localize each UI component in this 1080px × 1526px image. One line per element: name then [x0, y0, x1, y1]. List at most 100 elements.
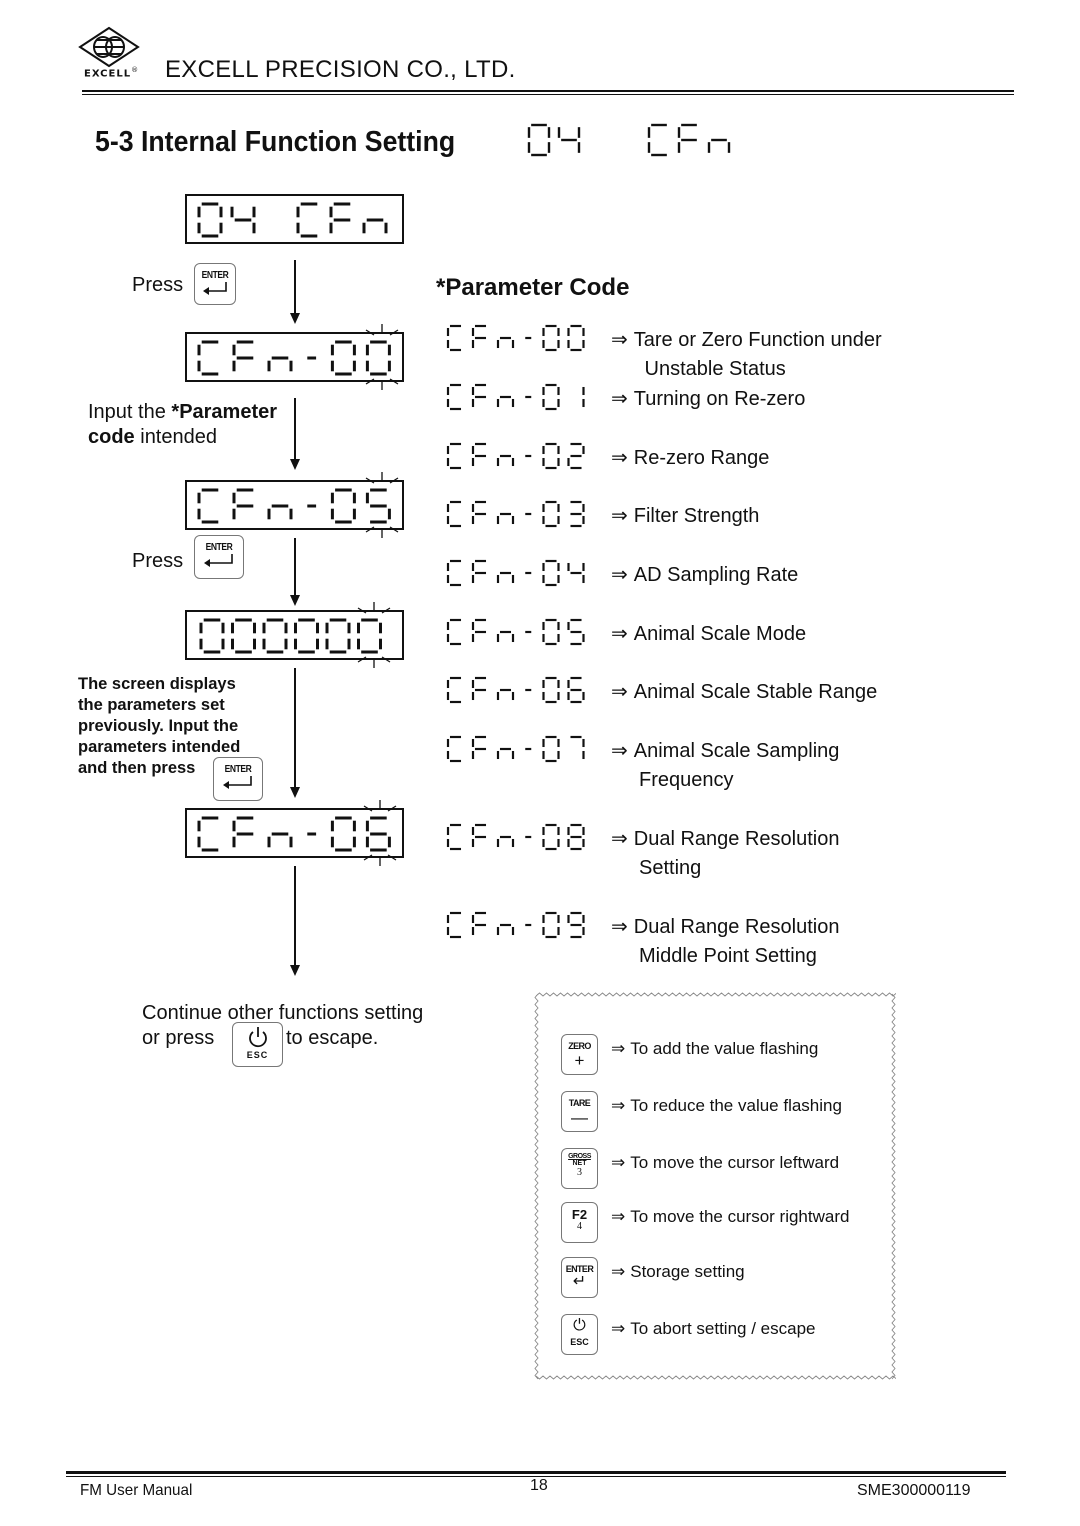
segment-digit [496, 630, 515, 643]
implies-arrow-icon: ⇒ [611, 1262, 626, 1281]
segment-digit [294, 618, 319, 654]
parameter-description: ⇒ Turning on Re-zero [611, 388, 806, 410]
segment-digit [542, 324, 560, 352]
esc-key[interactable]: ⏻ ESC [561, 1314, 598, 1355]
segment-digit [471, 735, 487, 760]
key-bottom-label: + [574, 1051, 585, 1070]
header-rule-thin [82, 94, 1014, 95]
segment-digit [471, 324, 487, 349]
segment-digit [496, 923, 515, 936]
key-bottom-label: — [571, 1108, 588, 1127]
parameter-description: ⇒ Dual Range Resolution Middle Point Setti… [611, 916, 840, 967]
continue-line-1: Continue other functions setting [142, 1002, 424, 1024]
parameter-code-display [446, 500, 585, 528]
key-bottom-label: 3 [577, 1167, 582, 1178]
segment-digit [496, 336, 515, 349]
segment-digit [471, 383, 487, 408]
logo-diamond-icon [78, 26, 140, 68]
input-parameter-label: Input the *Parameter code intended [88, 401, 278, 448]
seven-segment-display [197, 202, 388, 238]
segment-digit [362, 218, 388, 234]
implies-arrow-icon: ⇒ [611, 1153, 626, 1172]
page-number: 18 [530, 1477, 548, 1494]
esc-key[interactable]: ESC [232, 1022, 283, 1067]
key-legend-description: ⇒ To move the cursor rightward [611, 1207, 850, 1226]
key-legend-description: ⇒ To reduce the value flashing [611, 1096, 842, 1115]
segment-digit [197, 340, 219, 376]
blink-indicator-icon [357, 602, 391, 668]
flow-arrow-1 [294, 260, 296, 314]
section-title: 5-3 Internal Function Setting [95, 126, 456, 158]
enter-key-3[interactable]: ENTER [213, 757, 263, 801]
esc-key-label: ESC [246, 1050, 269, 1060]
implies-arrow-icon: ⇒ [611, 740, 628, 762]
press-label-2: Press [132, 550, 184, 572]
power-icon [248, 1027, 267, 1048]
parameter-code-display [446, 735, 585, 763]
segment-digit [325, 618, 351, 654]
segment-digit [542, 676, 560, 704]
segment-digit [446, 383, 462, 411]
parameter-code-display [446, 383, 585, 411]
key-bottom-label: ESC [570, 1337, 589, 1347]
segment-digit [446, 500, 462, 528]
segment-digit [557, 127, 581, 153]
parameter-description: ⇒ Animal Scale Stable Range [611, 681, 878, 703]
parameter-code-display [446, 442, 585, 470]
blink-indicator-icon [363, 800, 397, 866]
gross-net-3-key[interactable]: GROSS NET 3 [561, 1148, 598, 1189]
implies-arrow-icon: ⇒ [611, 1039, 626, 1058]
parameter-code-display [446, 559, 585, 587]
segment-digit [446, 676, 462, 704]
segment-digit [232, 816, 254, 848]
parameter-description: ⇒ Animal Scale Sampling Frequency [611, 740, 840, 791]
segment-digit [231, 618, 256, 654]
implies-arrow-icon: ⇒ [611, 1096, 626, 1115]
arrow-down-icon [290, 459, 300, 470]
key-mid-label: NET [572, 1160, 587, 1167]
footer-manual-name: FM User Manual [80, 1482, 193, 1499]
segment-digit [262, 618, 288, 654]
key-top-label: ZERO [568, 1041, 591, 1051]
parameter-description: ⇒ Dual Range Resolution Setting [611, 828, 840, 879]
parameter-code-display [446, 676, 585, 704]
footer-rule [66, 1471, 1006, 1474]
segment-digit [707, 138, 731, 153]
key-top-label: F2 [571, 1207, 588, 1222]
segment-digit [471, 676, 487, 701]
segment-digit [232, 340, 254, 372]
key-legend-description: ⇒ To add the value flashing [611, 1039, 819, 1058]
parameter-code-display [446, 324, 585, 352]
segment-digit [542, 735, 560, 763]
implies-arrow-icon: ⇒ [611, 447, 628, 469]
implies-arrow-icon: ⇒ [611, 1319, 626, 1338]
flow-arrow-2 [294, 398, 296, 460]
segment-digit [542, 618, 560, 646]
segment-digit [446, 618, 462, 646]
zero-plus-key[interactable]: ZERO + [561, 1034, 598, 1075]
parameter-code-title: *Parameter Code [436, 274, 630, 301]
segment-digit [542, 442, 560, 470]
tare-minus-key[interactable]: TARE — [561, 1091, 598, 1132]
key-top-label: TARE [568, 1098, 591, 1108]
enter-key-2[interactable]: ENTER [194, 535, 244, 579]
segment-digit [542, 500, 560, 528]
segment-digit [232, 488, 254, 520]
arrow-down-icon [290, 313, 300, 324]
parameter-description: ⇒ Animal Scale Mode [611, 623, 807, 645]
continue-line-2b: to escape. [286, 1027, 379, 1049]
implies-arrow-icon: ⇒ [611, 505, 628, 527]
segment-digit [542, 823, 560, 851]
arrow-down-icon [290, 787, 300, 798]
segment-digit [570, 500, 585, 528]
segment-digit [446, 911, 462, 939]
implies-arrow-icon: ⇒ [611, 329, 628, 351]
enter-key-1[interactable]: ENTER [194, 263, 236, 305]
enter-arrow-icon [204, 554, 233, 567]
arrow-down-icon [290, 965, 300, 976]
key-legend-description: ⇒ To move the cursor leftward [611, 1153, 840, 1172]
f2-4-key[interactable]: F2 4 [561, 1202, 598, 1243]
enter-key[interactable]: ENTER ↵ [561, 1257, 598, 1298]
parameter-description: ⇒ Re-zero Range [611, 447, 770, 469]
implies-arrow-icon: ⇒ [611, 828, 628, 850]
